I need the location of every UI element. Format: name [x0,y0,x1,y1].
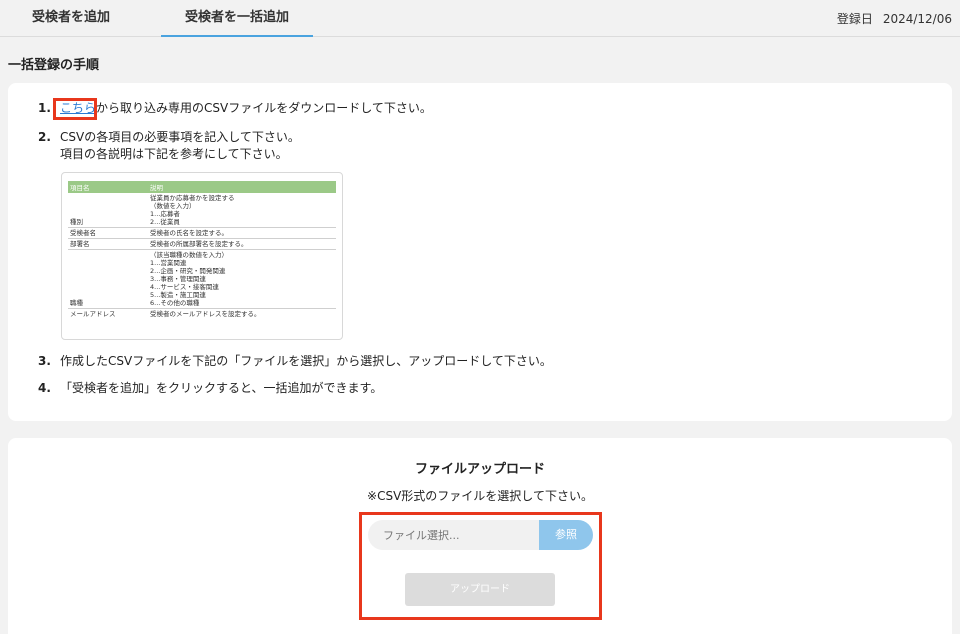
tab-add-examinee[interactable]: 受検者を追加 [0,0,142,37]
section-title: 一括登録の手順 [8,58,100,73]
table-row: 職種 （該当職種の数値を入力） 1...営業関連 2...企画・研究・開発関連 3… [68,249,336,309]
field-description-cell: 受検者の所属部署名を設定する。 [148,238,336,250]
file-upload-card: ファイルアップロード ※CSV形式のファイルを選択して下さい。 参照 アップロー… [8,438,952,634]
step-number: 4. [38,381,51,395]
file-select-input[interactable] [368,520,540,550]
csv-field-reference-image: 項目名 説明 種別 従業員か応募者かを設定する （数値を入力） 1...応募者 2… [61,172,343,340]
table-row: 種別 従業員か応募者かを設定する （数値を入力） 1...応募者 2...従業員 [68,193,336,228]
field-name-cell: 受検者名 [68,227,148,239]
field-description-cell: 従業員か応募者かを設定する （数値を入力） 1...応募者 2...従業員 [148,193,336,228]
highlight-box-link [53,98,97,120]
registration-date: 登録日 2024/12/06 [837,10,952,27]
tab-bar: 受検者を追加 受検者を一括追加 登録日 2024/12/06 [0,0,960,37]
tab-bulk-add-examinee[interactable]: 受検者を一括追加 [161,0,313,37]
table-row: 部署名 受検者の所属部署名を設定する。 [68,238,336,250]
instructions-card: 1. こちらから取り込み専用のCSVファイルをダウンロードして下さい。 2. C… [8,83,952,421]
field-name-cell: 種別 [68,193,148,228]
field-name-cell: 職種 [68,249,148,309]
field-description-cell: （該当職種の数値を入力） 1...営業関連 2...企画・研究・開発関連 3..… [148,249,336,309]
registration-date-value: 2024/12/06 [882,12,952,26]
column-header: 説明 [148,181,336,193]
upload-button[interactable]: アップロード [405,573,555,606]
step-text: 作成したCSVファイルを下記の「ファイルを選択」から選択し、アップロードして下さ… [60,354,552,368]
upload-note: ※CSV形式のファイルを選択して下さい。 [367,489,593,503]
step-text: から取り込み専用のCSVファイルをダウンロードして下さい。 [96,101,432,115]
field-description-cell: 受検者のメールアドレスを設定する。 [150,310,261,318]
csv-field-table: 項目名 説明 種別 従業員か応募者かを設定する （数値を入力） 1...応募者 2… [68,181,336,319]
field-name-cell: メールアドレス [70,310,116,318]
registration-date-label: 登録日 [836,12,873,26]
upload-title: ファイルアップロード [414,462,545,477]
step-text: CSVの各項目の必要事項を記入して下さい。 [60,130,300,144]
table-row: 受検者名 受検者の氏名を設定する。 [68,227,336,239]
field-description-cell: 受検者の氏名を設定する。 [148,227,336,239]
step-number: 3. [38,354,51,368]
step-number: 2. [38,130,51,144]
browse-button[interactable]: 参照 [539,520,593,550]
step-text: 項目の各説明は下記を参考にして下さい。 [60,147,288,161]
step-text: 「受検者を追加」をクリックすると、一括追加ができます。 [60,381,383,395]
table-header-row: 項目名 説明 [68,181,336,193]
column-header: 項目名 [68,181,148,193]
table-row: メールアドレス 受検者のメールアドレスを設定する。 [68,309,336,320]
field-name-cell: 部署名 [68,238,148,250]
